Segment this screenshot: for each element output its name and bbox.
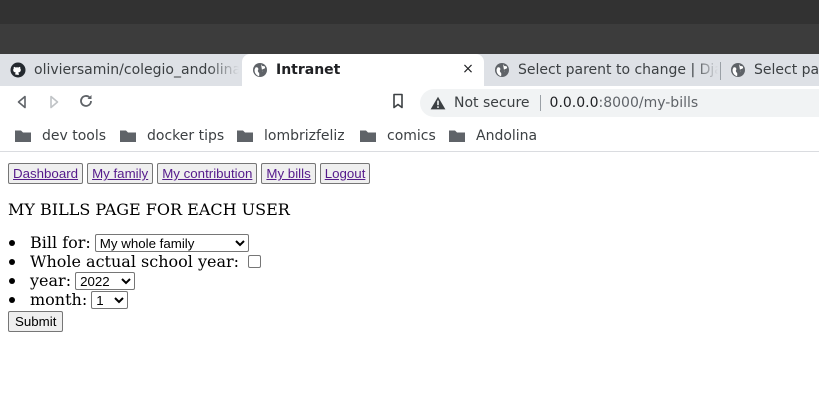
bookmark-andolina[interactable]: Andolina (448, 124, 537, 148)
globe-icon (252, 62, 268, 78)
bullet (9, 278, 15, 284)
reload-button[interactable] (74, 91, 98, 115)
bullet (9, 297, 15, 303)
list-item-school-year: Whole actual school year: (8, 252, 262, 271)
school-year-checkbox[interactable] (248, 255, 262, 268)
tab-select-parent-label: Select parent to change | Django (518, 62, 718, 78)
warning-icon[interactable] (430, 95, 446, 111)
url-host: 0.0.0.0 (549, 95, 599, 111)
bullet (9, 259, 15, 265)
page-title: MY BILLS PAGE FOR EACH USER (8, 200, 290, 219)
year-select[interactable]: 2022 (75, 271, 136, 290)
bookmark-label: Andolina (476, 128, 538, 144)
reload-icon (78, 93, 94, 113)
tab-select-parent-2[interactable]: Select parent (720, 54, 819, 86)
list-item-year: year: 2022 (8, 271, 261, 290)
tab-select-parent[interactable]: Select parent to change | Django (484, 54, 720, 86)
tab-github-label: oliviersamin/colegio_andolina (34, 62, 239, 78)
bookmark-docker-tips[interactable]: docker tips (119, 124, 224, 148)
back-icon (15, 94, 29, 113)
window-titlebar-lower (0, 24, 819, 54)
bookmark-label: docker tips (147, 128, 225, 144)
nav-my-family-button[interactable]: My family (87, 163, 154, 184)
folder-icon (119, 129, 137, 143)
address-divider (539, 95, 541, 111)
tab-intranet-label: Intranet (276, 62, 341, 78)
page-content: Dashboard My family My contribution My b… (0, 153, 819, 405)
folder-icon (236, 129, 254, 143)
bookmark-comics[interactable]: comics (359, 124, 436, 148)
nav-logout-button[interactable]: Logout (319, 163, 371, 184)
list-item-bill-for: Bill for: My whole family (8, 233, 261, 252)
url-path: :8000/my-bills (598, 95, 699, 111)
bill-for-select[interactable]: My whole family (94, 233, 249, 252)
tab-strip: oliviersamin/colegio_andolina Intranet ×… (0, 54, 819, 86)
security-label[interactable]: Not secure (454, 95, 530, 111)
bullet (9, 240, 15, 246)
year-label: year: (30, 271, 72, 290)
tab-github[interactable]: oliviersamin/colegio_andolina (0, 54, 242, 86)
github-icon (10, 62, 26, 78)
month-select[interactable]: 1 (91, 290, 129, 309)
bill-for-label: Bill for: (30, 233, 91, 252)
school-year-label: Whole actual school year: (30, 252, 240, 271)
bookmark-star-button[interactable] (386, 91, 410, 115)
month-label: month: (30, 290, 88, 309)
tab-intranet[interactable]: Intranet × (242, 54, 484, 86)
forward-icon (47, 94, 61, 113)
bookmark-label: dev tools (42, 128, 107, 144)
bookmark-dev-tools[interactable]: dev tools (14, 124, 106, 148)
nav-my-bills-button[interactable]: My bills (261, 163, 316, 184)
submit-button[interactable]: Submit (8, 311, 64, 332)
bookmarks-bar: dev tools docker tips lombrizfeliz comic… (0, 120, 819, 152)
bookmark-label: comics (387, 128, 436, 144)
browser-toolbar: Not secure 0.0.0.0 :8000/my-bills (0, 86, 819, 120)
bookmark-icon (391, 93, 405, 113)
folder-icon (359, 129, 377, 143)
globe-icon (730, 62, 746, 78)
folder-icon (448, 129, 466, 143)
list-item-month: month: 1 (8, 290, 261, 309)
window-titlebar (0, 0, 819, 24)
address-bar[interactable]: Not secure 0.0.0.0 :8000/my-bills (420, 89, 819, 117)
back-button[interactable] (10, 91, 34, 115)
folder-icon (14, 129, 32, 143)
bills-form: Bill for: My whole family Whole actual s… (8, 233, 262, 309)
bookmark-label: lombrizfeliz (264, 128, 345, 144)
nav-my-contribution-button[interactable]: My contribution (157, 163, 258, 184)
tab-close-icon[interactable]: × (460, 61, 476, 77)
nav-dashboard-button[interactable]: Dashboard (8, 163, 84, 184)
bookmark-lombrizfeliz[interactable]: lombrizfeliz (236, 124, 345, 148)
site-nav: Dashboard My family My contribution My b… (8, 163, 374, 184)
forward-button[interactable] (42, 91, 66, 115)
tab-select-parent-2-label: Select parent (754, 62, 819, 78)
globe-icon (494, 62, 510, 78)
